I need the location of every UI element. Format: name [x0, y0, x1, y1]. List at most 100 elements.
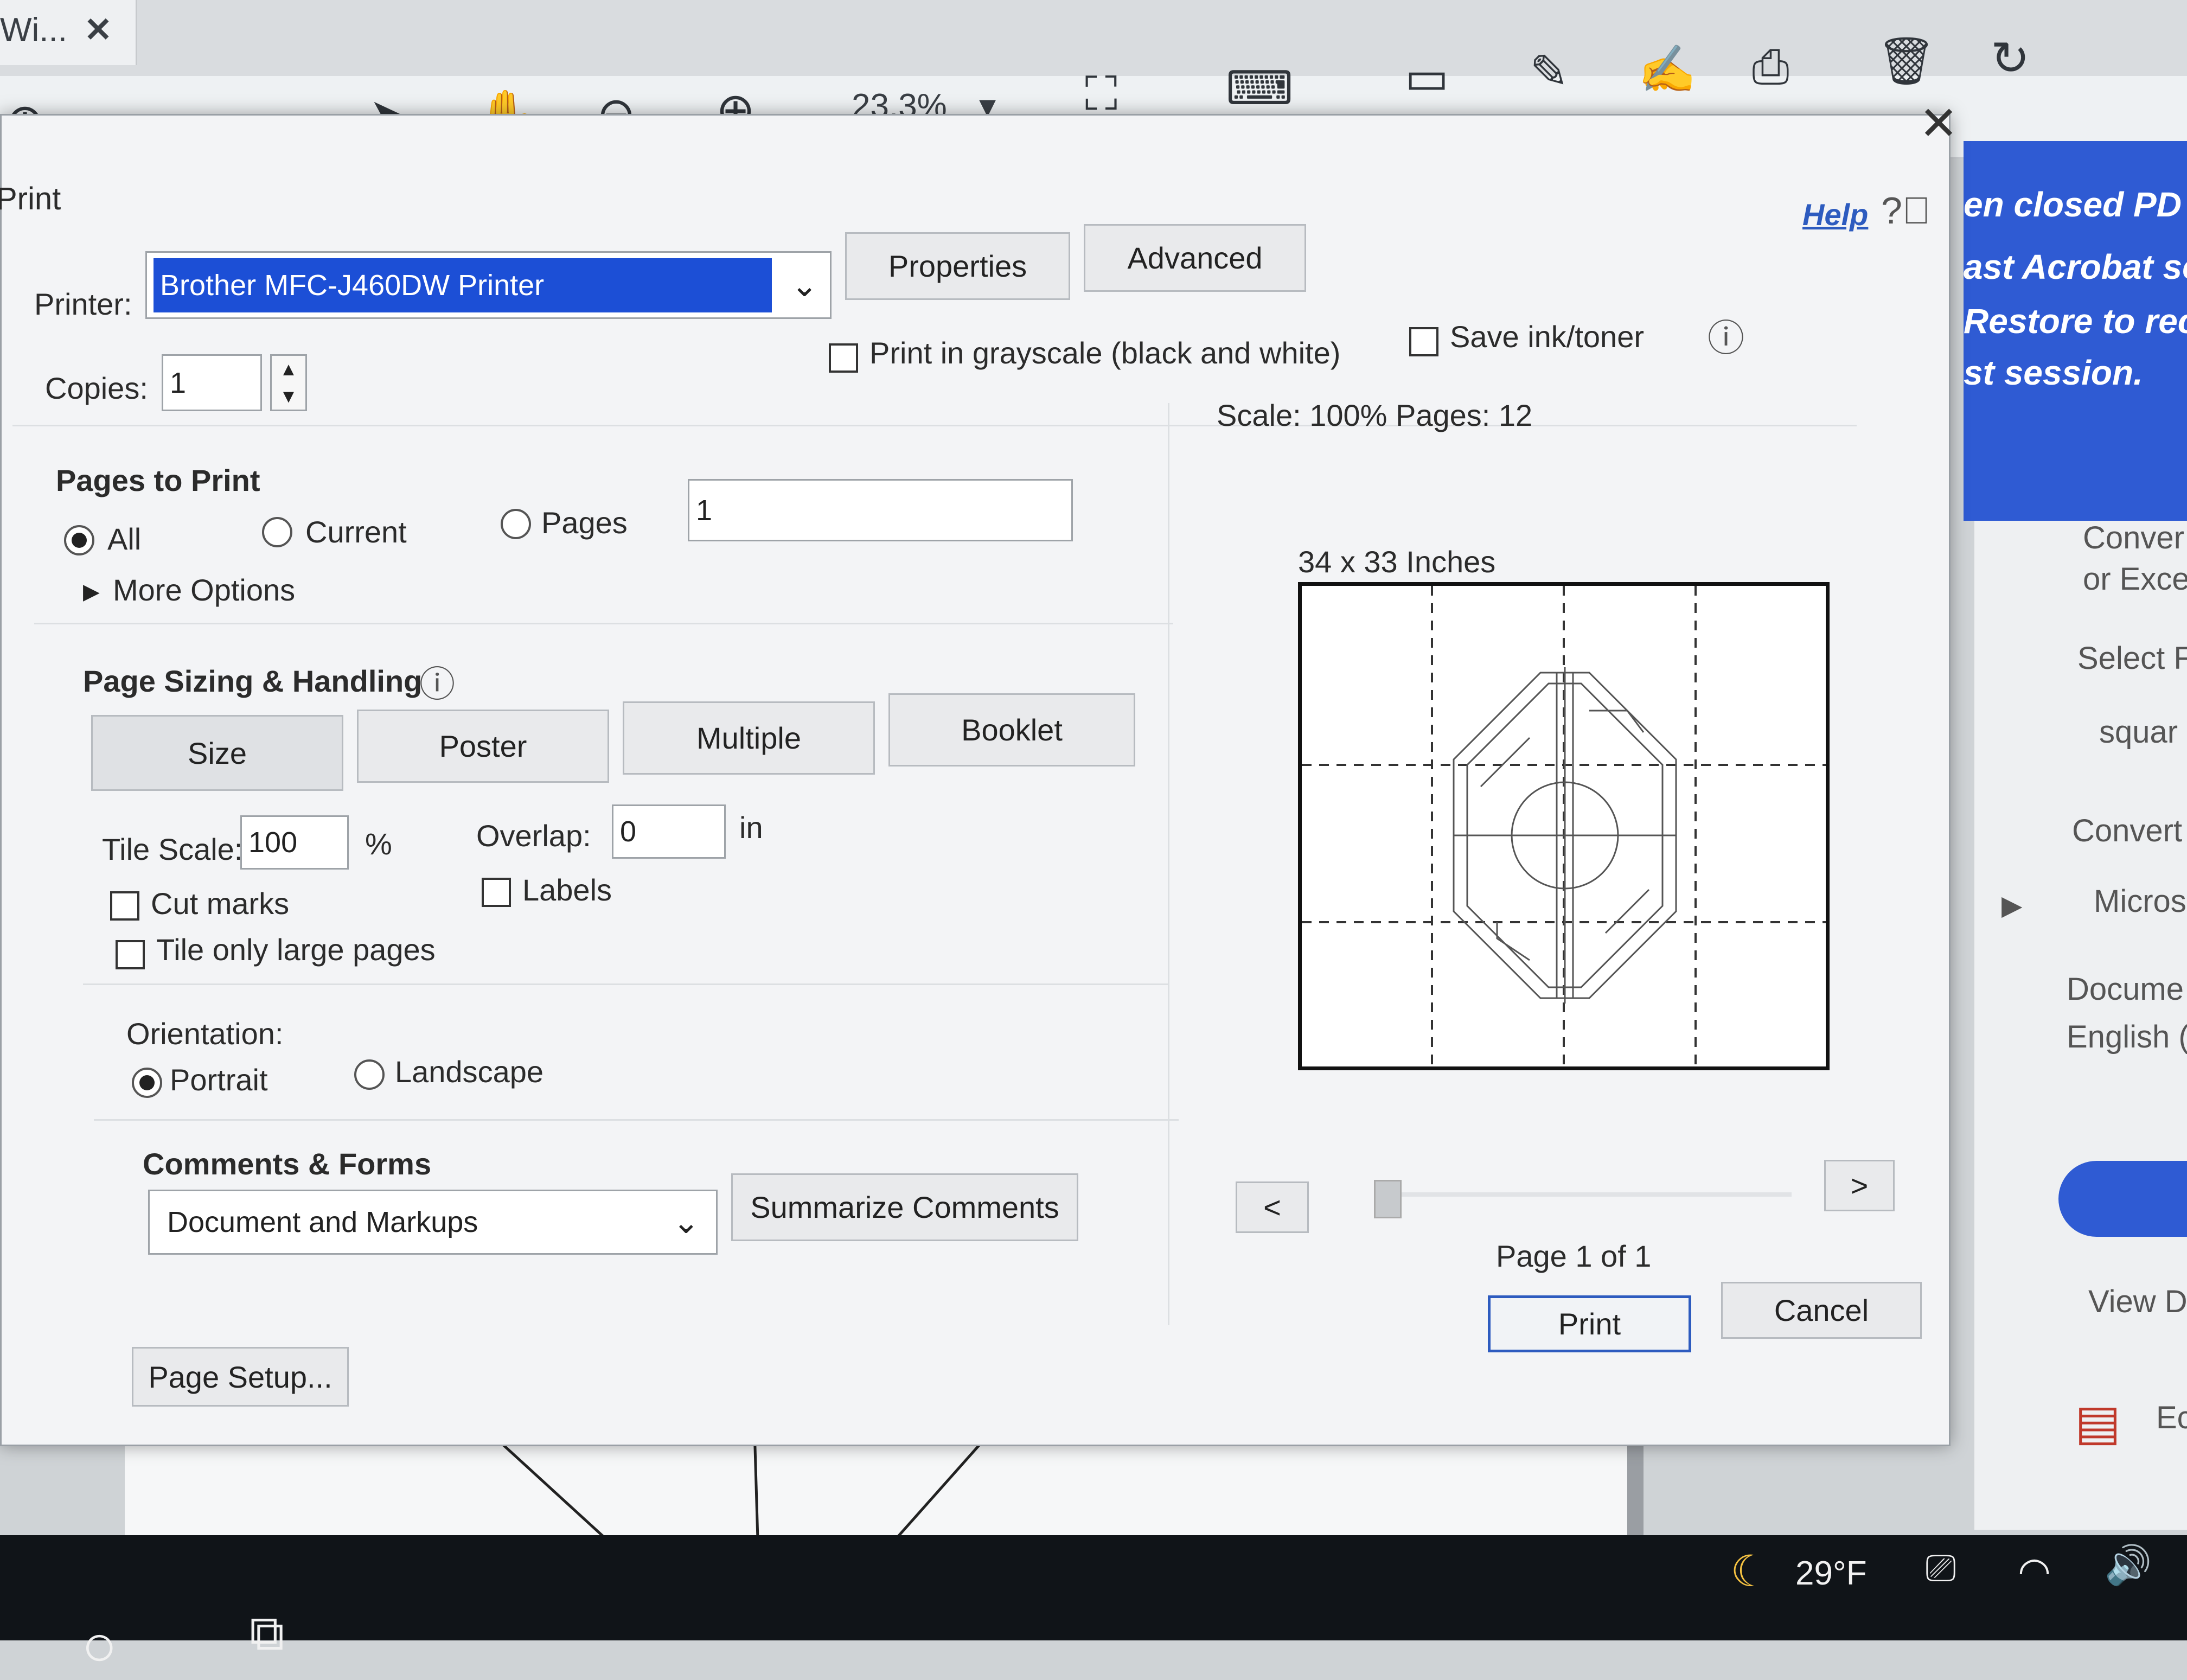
tab-close-icon[interactable]: ✕ [84, 10, 112, 49]
sign-icon[interactable]: ✍ [1638, 46, 1696, 93]
panel-item[interactable]: English ( [2067, 1019, 2187, 1055]
page-sizing-heading: Page Sizing & Handling [83, 664, 423, 698]
tab-poster[interactable]: Poster [357, 710, 609, 783]
tile-large-checkbox[interactable] [116, 940, 145, 969]
temperature[interactable]: 29°F [1795, 1554, 1867, 1593]
copies-label: Copies: [45, 371, 148, 405]
panel-blue-button[interactable] [2058, 1161, 2187, 1237]
chevron-down-icon: ⌄ [791, 266, 818, 303]
keyboard-icon[interactable]: ⌨ [1226, 65, 1293, 112]
save-ink-checkbox[interactable] [1409, 327, 1438, 356]
size-info: 34 x 33 Inches [1298, 545, 1496, 579]
pages-range-label: Pages [541, 506, 628, 540]
pages-to-print-heading: Pages to Print [56, 463, 260, 497]
previous-page-button[interactable]: < [1236, 1181, 1309, 1233]
expand-triangle-icon[interactable]: ▶ [83, 579, 100, 604]
search-icon[interactable]: ○ [81, 1611, 117, 1680]
divider [94, 1119, 1179, 1121]
panel-item[interactable]: Convert [2072, 813, 2182, 849]
overlap-label: Overlap: [476, 819, 591, 853]
info-icon[interactable]: ⓘ [1708, 308, 1744, 362]
pen-icon[interactable]: ✎ [1530, 49, 1569, 95]
tab-title: Wi... [0, 11, 67, 49]
cut-marks-label: Cut marks [151, 886, 290, 921]
tile-scale-label: Tile Scale: [102, 832, 243, 866]
comments-selected: Document and Markups [167, 1206, 478, 1238]
overlap-unit: in [739, 810, 763, 845]
panel-item[interactable]: View D [2088, 1283, 2187, 1320]
next-page-button[interactable]: > [1824, 1160, 1895, 1211]
page-slider-thumb[interactable] [1374, 1180, 1402, 1218]
portrait-radio[interactable] [132, 1068, 162, 1098]
panel-item[interactable]: Micros [2094, 883, 2186, 919]
chevron-down-icon: ⌄ [672, 1204, 700, 1240]
weather-moon-icon: ☾ [1730, 1547, 1769, 1595]
labels-label: Labels [522, 873, 612, 907]
banner-line: Restore to rec [1964, 302, 2187, 341]
tile-scale-input[interactable]: 100 [240, 815, 349, 870]
page-slider-track[interactable] [1379, 1192, 1792, 1197]
dialog-title: Print [0, 181, 61, 216]
cancel-button[interactable]: Cancel [1721, 1282, 1922, 1339]
copies-stepper[interactable]: ▲ ▼ [270, 354, 307, 411]
current-page-label: Current [305, 515, 407, 549]
panel-item[interactable]: Select F [2077, 640, 2187, 676]
pages-range-input[interactable]: 1 [688, 479, 1073, 541]
labels-checkbox[interactable] [482, 878, 511, 907]
page-setup-button[interactable]: Page Setup... [132, 1347, 349, 1407]
grayscale-checkbox[interactable] [829, 343, 858, 373]
divider [12, 425, 1857, 426]
banner-line: st session. [1964, 353, 2143, 392]
task-view-icon[interactable]: ⧉ [250, 1606, 284, 1662]
more-options-link[interactable]: More Options [113, 572, 295, 608]
close-icon[interactable]: ✕ [1919, 97, 1958, 151]
volume-icon[interactable]: 🔊 [2105, 1543, 2152, 1588]
comments-forms-heading: Comments & Forms [143, 1147, 432, 1181]
landscape-radio[interactable] [354, 1059, 385, 1090]
fit-page-icon[interactable]: ⛶ [1085, 71, 1117, 117]
expand-arrow-icon[interactable]: ▶ [2001, 890, 2022, 921]
cut-marks-checkbox[interactable] [110, 891, 139, 921]
stamp-icon[interactable]: ⎙ [1752, 43, 1789, 90]
tab-booklet[interactable]: Booklet [888, 693, 1135, 766]
comment-icon[interactable]: ▭ [1405, 54, 1449, 101]
all-pages-radio[interactable] [64, 525, 94, 555]
overlap-input[interactable]: 0 [612, 804, 726, 859]
print-button[interactable]: Print [1488, 1295, 1691, 1352]
help-link[interactable]: Help [1802, 197, 1868, 232]
meet-icon[interactable]: ⎚ [1926, 1546, 1956, 1590]
current-page-radio[interactable] [262, 517, 292, 547]
wifi-icon[interactable]: ◠ [2018, 1549, 2051, 1593]
divider [34, 623, 1173, 624]
tile-large-label: Tile only large pages [156, 932, 436, 967]
divider [83, 983, 1168, 985]
printer-select[interactable]: Brother MFC-J460DW Printer ⌄ [145, 251, 832, 319]
copies-input[interactable]: 1 [162, 354, 262, 411]
all-pages-label: All [107, 522, 142, 556]
percent-label: % [365, 827, 392, 861]
info-icon[interactable]: ⓘ [419, 655, 455, 707]
panel-item[interactable]: Conver [2083, 520, 2184, 556]
panel-item[interactable]: Docume [2067, 971, 2184, 1007]
tab-size[interactable]: Size [91, 715, 343, 791]
panel-item[interactable]: or Exce [2083, 561, 2187, 597]
panel-item[interactable]: squar [2099, 714, 2178, 750]
scale-info: Scale: 100% Pages: 12 [1217, 398, 1533, 432]
portrait-label: Portrait [170, 1063, 268, 1097]
advanced-button[interactable]: Advanced [1084, 224, 1306, 292]
comments-select[interactable]: Document and Markups ⌄ [148, 1190, 718, 1255]
document-tab[interactable]: Wi... ✕ [0, 0, 137, 65]
summarize-comments-button[interactable]: Summarize Comments [731, 1173, 1078, 1241]
banner-line: ast Acrobat se [1964, 247, 2187, 286]
help-icon[interactable]: ?⃝ [1881, 189, 1930, 232]
preview-divider [1168, 403, 1169, 1325]
tab-multiple[interactable]: Multiple [623, 701, 875, 775]
properties-button[interactable]: Properties [845, 232, 1070, 300]
pages-range-radio[interactable] [501, 509, 531, 539]
edit-tool-icon[interactable]: ▤ [2075, 1394, 2121, 1451]
rotate-icon[interactable]: ↻ [1991, 35, 2030, 82]
banner-line: en closed PD [1964, 185, 2182, 224]
delete-icon[interactable]: 🗑 [1877, 38, 1936, 85]
restore-session-banner: en closed PD ast Acrobat se Restore to r… [1964, 141, 2187, 521]
panel-item[interactable]: Ec [2156, 1400, 2187, 1436]
